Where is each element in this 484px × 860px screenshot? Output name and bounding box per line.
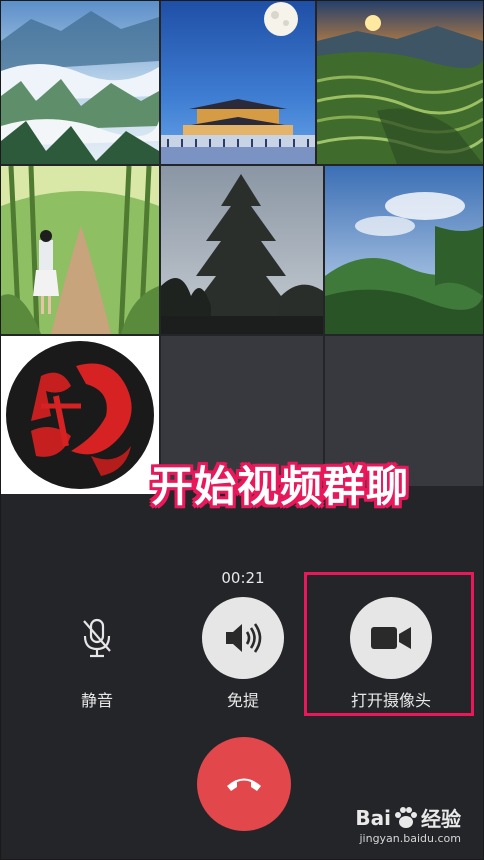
pine-tree-photo <box>161 166 323 334</box>
hangup-button[interactable] <box>197 737 291 831</box>
participant-tile[interactable] <box>325 166 483 334</box>
speaker-label: 免提 <box>226 691 259 710</box>
baidu-watermark: Bai 经验 jingyan.baidu.com <box>355 803 461 846</box>
microphone-off-icon <box>83 618 111 658</box>
paw-icon <box>395 806 417 828</box>
mute-button[interactable]: 静音 <box>37 597 157 711</box>
speaker-circle[interactable] <box>202 597 284 679</box>
speaker-button[interactable]: 免提 <box>183 597 303 711</box>
participant-tile[interactable] <box>317 1 483 164</box>
participant-tile[interactable] <box>161 1 315 164</box>
temple-moon-photo <box>161 1 315 164</box>
mountain-clouds-photo <box>1 1 159 164</box>
participant-grid <box>1 1 483 494</box>
bamboo-path-girl-photo <box>1 166 159 334</box>
participant-tile[interactable] <box>1 166 159 334</box>
watermark-url: jingyan.baidu.com <box>359 832 461 845</box>
video-call-screen: 开始视频群聊 00:21 静音 免提 打开摄像头 Bai 经验 jingyan.… <box>0 0 484 860</box>
participant-tile[interactable] <box>161 166 323 334</box>
dragon-avatar <box>6 341 154 489</box>
terraced-hills-sunset-photo <box>317 1 483 164</box>
mute-circle[interactable] <box>56 597 138 679</box>
caption-overlay: 开始视频群聊 <box>151 462 410 511</box>
speaker-icon <box>226 623 262 653</box>
mute-label: 静音 <box>80 691 113 710</box>
watermark-brand: Bai <box>355 805 391 830</box>
annotation-highlight-box <box>304 572 474 716</box>
phone-hangup-icon <box>227 778 261 791</box>
participant-tile[interactable] <box>1 336 159 494</box>
participant-tile[interactable] <box>1 1 159 164</box>
forest-sky-photo <box>325 166 483 334</box>
watermark-brand2: 经验 <box>421 807 461 831</box>
